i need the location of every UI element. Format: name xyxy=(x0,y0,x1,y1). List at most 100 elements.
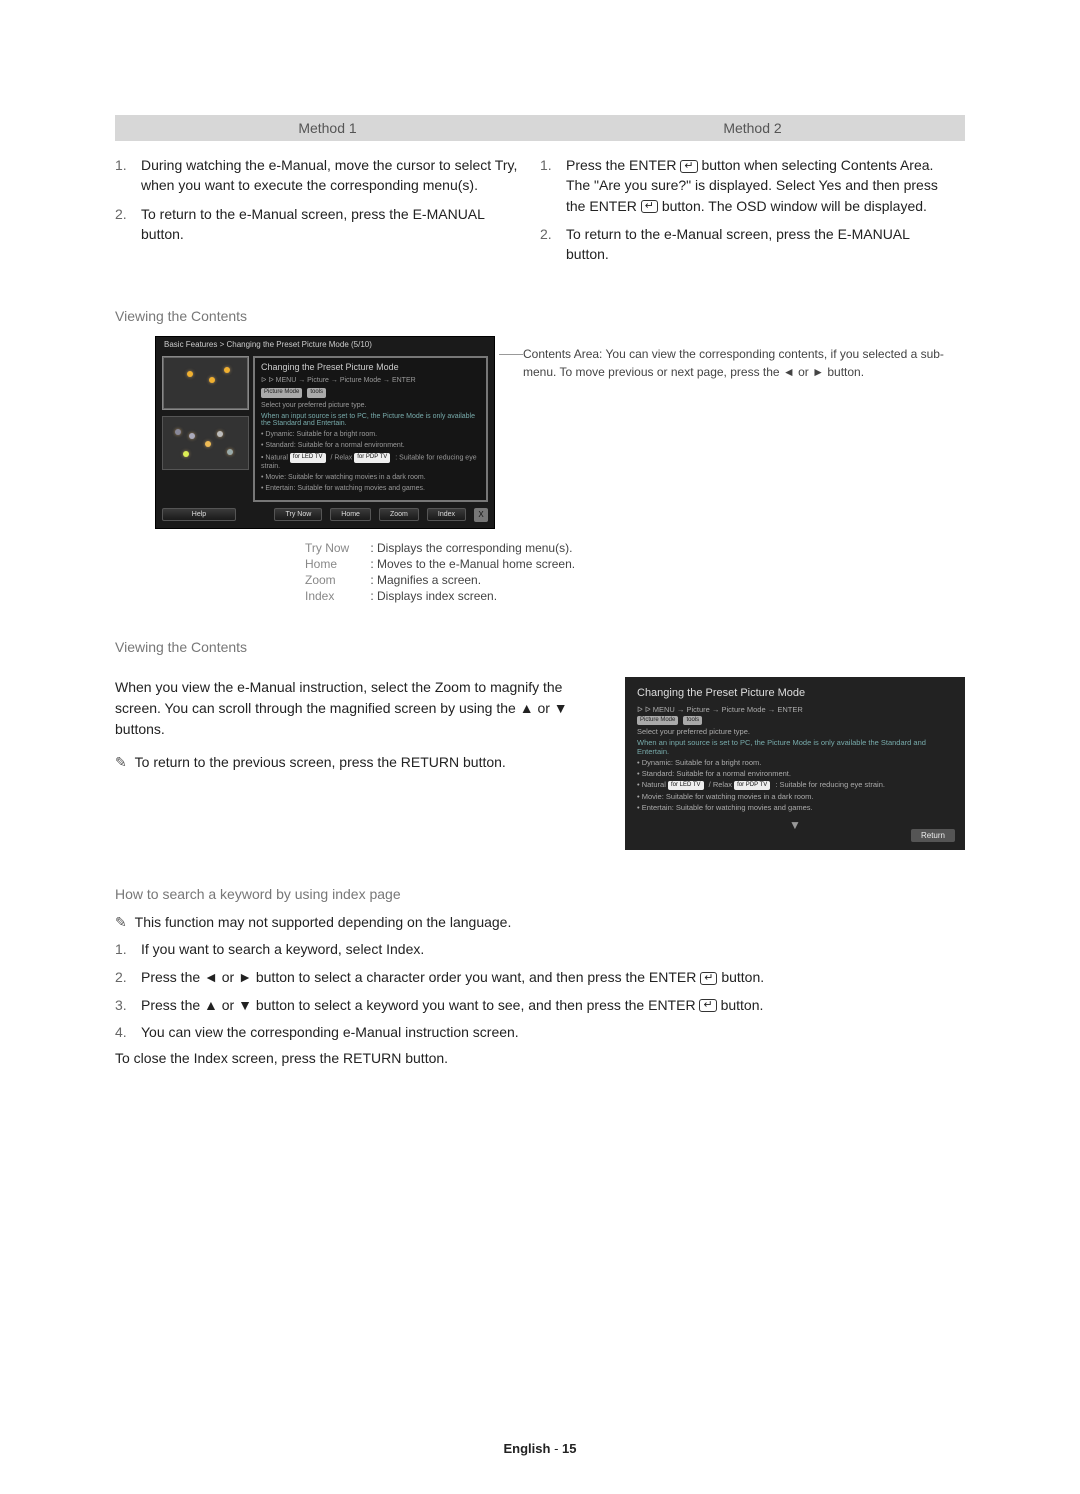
note-icon: ✎ xyxy=(115,914,131,931)
methods-header-row: Method 1 Method 2 xyxy=(115,115,965,141)
enter-label: ENTER xyxy=(589,198,636,214)
step-number: 2. xyxy=(115,204,141,245)
text-frag: Press the ◄ or ► button to select a char… xyxy=(141,969,649,985)
home-button[interactable]: Home xyxy=(330,508,371,521)
legend-text: : Displays the corresponding menu(s). xyxy=(370,541,572,555)
picture-mode-badge: Picture Mode xyxy=(261,388,302,398)
zoom-badge-row: Picture Mode tools xyxy=(637,716,953,726)
footer-page: 15 xyxy=(562,1441,576,1456)
close-button[interactable]: X xyxy=(474,508,488,522)
note-icon: ✎ xyxy=(115,752,131,773)
step-body: Press the ▲ or ▼ button to select a keyw… xyxy=(141,995,965,1017)
method2-header: Method 2 xyxy=(540,115,965,141)
zoom-note-line: ✎ To return to the previous screen, pres… xyxy=(115,752,601,773)
picture-mode-badge: Picture Mode xyxy=(637,716,678,726)
page-footer: English - 15 xyxy=(0,1441,1080,1456)
led-tv-badge: for LED TV xyxy=(668,781,704,791)
badge-row: Picture Mode tools xyxy=(261,388,480,398)
zoom-description: When you view the e-Manual instruction, … xyxy=(115,677,625,773)
scroll-down-icon: ▼ xyxy=(789,818,801,832)
zoom-panel-path: ᐅ ᐅ MENU → Picture → Picture Mode → ENTE… xyxy=(637,705,953,714)
zoom-bullet: • Natural for LED TV / Relax for PDP TV … xyxy=(637,780,953,790)
step-number: 2. xyxy=(115,967,141,989)
enter-icon: ↵ xyxy=(680,160,697,173)
zoom-bullet: • Standard: Suitable for a normal enviro… xyxy=(637,769,953,778)
legend-text: : Magnifies a screen. xyxy=(370,573,481,587)
bullet-movie: • Movie: Suitable for watching movies in… xyxy=(261,474,480,481)
emanual-content-area[interactable]: Changing the Preset Picture Mode ᐅ ᐅ MEN… xyxy=(253,356,488,501)
bullet-text: / Relax xyxy=(330,455,354,462)
help-button[interactable]: Help xyxy=(162,508,236,521)
method1-column: 1. During watching the e-Manual, move th… xyxy=(115,155,540,272)
text-frag: button. xyxy=(721,969,764,985)
sidebar-thumb-1[interactable] xyxy=(162,356,249,410)
toolbar-legend: Try Now : Displays the corresponding men… xyxy=(115,541,965,603)
legend-zoom: Zoom : Magnifies a screen. xyxy=(305,573,965,587)
bullet-text: Movie: Suitable for watching movies in a… xyxy=(642,792,814,801)
index-button[interactable]: Index xyxy=(427,508,466,521)
zoom-panel-title: Changing the Preset Picture Mode xyxy=(637,687,953,699)
howto-step2: 2. Press the ◄ or ► button to select a c… xyxy=(115,967,965,989)
zoom-bullet: • Movie: Suitable for watching movies in… xyxy=(637,792,953,801)
sidebar-thumb-2[interactable] xyxy=(162,416,249,470)
legend-text: : Moves to the e-Manual home screen. xyxy=(370,557,575,571)
section-viewing-title: Viewing the Contents xyxy=(115,308,965,324)
bullet-text: Natural xyxy=(642,780,668,789)
howto-close-line: To close the Index screen, press the RET… xyxy=(115,1050,965,1066)
section-howto-title: How to search a keyword by using index p… xyxy=(115,886,965,902)
pdp-tv-badge: for PDP TV xyxy=(354,453,390,463)
zoom-main-text: When you view the e-Manual instruction, … xyxy=(115,677,601,740)
zoom-bullet: • Dynamic: Suitable for a bright room. xyxy=(637,758,953,767)
bullet-text: Dynamic: Suitable for a bright room. xyxy=(265,431,377,438)
section-zoom-title: Viewing the Contents xyxy=(115,639,965,655)
emanual-sidebar xyxy=(162,356,247,501)
bullet-text: Standard: Suitable for a normal environm… xyxy=(265,442,404,449)
text-frag: button. The OSD window will be displayed… xyxy=(662,198,927,214)
text-frag: Press the xyxy=(566,157,629,173)
emanual-app-screenshot: Basic Features > Changing the Preset Pic… xyxy=(155,336,495,528)
step-number: 1. xyxy=(540,155,566,216)
howto-note-text: This function may not supported dependin… xyxy=(135,914,512,930)
bullet-entertain: • Entertain: Suitable for watching movie… xyxy=(261,485,480,492)
pdp-tv-badge: for PDP TV xyxy=(734,781,770,791)
step-number: 3. xyxy=(115,995,141,1017)
zoom-note: When an input source is set to PC, the P… xyxy=(637,738,953,756)
enter-label: ENTER xyxy=(629,157,676,173)
howto-step1: 1. If you want to search a keyword, sele… xyxy=(115,939,965,961)
legend-text: : Displays index screen. xyxy=(370,589,497,603)
enter-icon: ↵ xyxy=(699,999,716,1012)
footer-lang: English xyxy=(504,1441,551,1456)
legend-label: Try Now xyxy=(305,541,367,555)
step-body: During watching the e-Manual, move the c… xyxy=(141,155,520,196)
howto-step4: 4. You can view the corresponding e-Manu… xyxy=(115,1022,965,1044)
bullet-text: Natural xyxy=(265,455,290,462)
zoom-button[interactable]: Zoom xyxy=(379,508,419,521)
bullet-text: Dynamic: Suitable for a bright room. xyxy=(642,758,762,767)
step-number: 2. xyxy=(540,224,566,265)
step-body: To return to the e-Manual screen, press … xyxy=(141,204,520,245)
bullet-natural-relax: • Natural for LED TV / Relax for PDP TV … xyxy=(261,453,480,470)
return-button[interactable]: Return xyxy=(911,829,955,842)
bullet-text: : Suitable for reducing eye strain. xyxy=(775,780,885,789)
bullet-text: Standard: Suitable for a normal environm… xyxy=(642,769,791,778)
try-now-button[interactable]: Try Now xyxy=(274,508,322,521)
step-body: Press the ENTER ↵ button when selecting … xyxy=(566,155,945,216)
legend-home: Home : Moves to the e-Manual home screen… xyxy=(305,557,965,571)
content-path: ᐅ ᐅ MENU → Picture → Picture Mode → ENTE… xyxy=(261,376,480,384)
method2-step1: 1. Press the ENTER ↵ button when selecti… xyxy=(540,155,945,216)
methods-row: 1. During watching the e-Manual, move th… xyxy=(115,155,965,272)
bullet-text: / Relax xyxy=(709,780,734,789)
step-number: 1. xyxy=(115,155,141,196)
text-frag: button. xyxy=(721,997,764,1013)
zoom-panel-screenshot: Changing the Preset Picture Mode ᐅ ᐅ MEN… xyxy=(625,677,965,851)
howto-block: ✎ This function may not supported depend… xyxy=(115,914,965,1066)
step-body: You can view the corresponding e-Manual … xyxy=(141,1022,965,1044)
legend-label: Home xyxy=(305,557,367,571)
zoom-line: Select your preferred picture type. xyxy=(637,727,953,736)
tools-badge: tools xyxy=(683,716,702,726)
method1-step2: 2. To return to the e-Manual screen, pre… xyxy=(115,204,520,245)
legend-label: Index xyxy=(305,589,367,603)
enter-label: ENTER xyxy=(649,969,696,985)
zoom-note-text: To return to the previous screen, press … xyxy=(135,754,506,770)
step-number: 1. xyxy=(115,939,141,961)
